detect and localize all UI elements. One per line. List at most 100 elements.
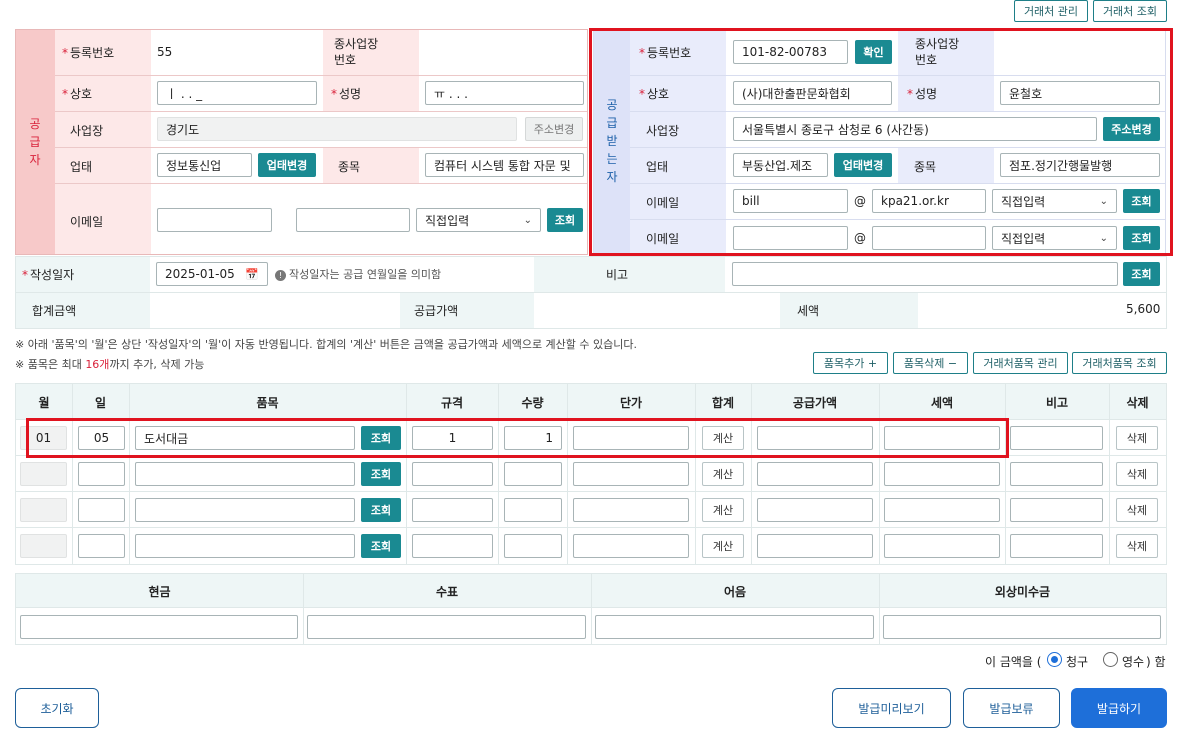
delete-item-button[interactable]: 품목삭제 − — [893, 352, 968, 374]
item-delete-button[interactable]: 삭제 — [1116, 426, 1158, 450]
tax-value: 5,600 — [1126, 302, 1161, 316]
date-value: 2025-01-05 — [165, 267, 235, 281]
item-delete-button[interactable]: 삭제 — [1116, 462, 1158, 486]
column-divider — [498, 384, 499, 564]
items-header-item: 품목 — [256, 396, 279, 410]
item-delete-button[interactable]: 삭제 — [1116, 534, 1158, 558]
item-spec-input[interactable] — [412, 498, 493, 522]
remark-label: 비고 — [606, 268, 629, 282]
payment-header-cash: 현금 — [148, 585, 171, 599]
column-divider — [72, 384, 73, 564]
preview-button[interactable]: 발급미리보기 — [832, 688, 951, 728]
date-input[interactable]: 2025-01-05 📅 — [156, 262, 268, 286]
item-price-input[interactable] — [573, 534, 689, 558]
payment-check-input[interactable] — [307, 615, 586, 639]
item-search-button[interactable]: 조회 — [361, 498, 401, 522]
claim-radio[interactable] — [1047, 652, 1062, 667]
item-remark-input[interactable] — [1010, 534, 1103, 558]
item-remark-input[interactable] — [1010, 426, 1103, 450]
items-header-day: 일 — [94, 396, 107, 410]
partner-search-button[interactable]: 거래처 조회 — [1093, 0, 1167, 22]
payment-header-receivable: 외상미수금 — [994, 585, 1051, 599]
items-header-remark: 비고 — [1045, 396, 1069, 410]
item-supply-input[interactable] — [757, 534, 873, 558]
item-day-input[interactable] — [78, 498, 125, 522]
item-remark-input[interactable] — [1010, 462, 1103, 486]
partner-manage-button[interactable]: 거래처 관리 — [1014, 0, 1088, 22]
remark-input[interactable] — [732, 262, 1118, 286]
item-day-input[interactable] — [78, 534, 125, 558]
hold-button[interactable]: 발급보류 — [963, 688, 1060, 728]
receipt-radio[interactable] — [1103, 652, 1118, 667]
payment-receivable-input[interactable] — [883, 615, 1161, 639]
supplier-email-domain-input[interactable] — [296, 208, 410, 232]
supplier-email-label: 이메일 — [70, 215, 104, 229]
supplier-address-input[interactable]: 경기도 — [157, 117, 517, 141]
item-remark-input[interactable] — [1010, 498, 1103, 522]
item-name-input[interactable] — [135, 498, 355, 522]
item-search-button[interactable]: 조회 — [361, 534, 401, 558]
supplier-email-user-input[interactable] — [157, 208, 272, 232]
payment-cash-input[interactable] — [20, 615, 298, 639]
meta-remark-label-cell — [534, 257, 725, 292]
item-price-input[interactable] — [573, 498, 689, 522]
info-icon: ! — [275, 270, 286, 281]
item-supply-input[interactable] — [757, 462, 873, 486]
item-month-input[interactable] — [20, 534, 67, 558]
date-hint: ! 작성일자는 공급 연월일을 의미함 — [275, 266, 441, 282]
supplier-address-change-button[interactable]: 주소변경 — [525, 117, 583, 141]
supplier-company-input[interactable]: ㅣ . . _ — [157, 81, 317, 105]
item-day-input[interactable] — [78, 462, 125, 486]
item-name-input[interactable] — [135, 462, 355, 486]
payment-header-check: 수표 — [435, 585, 459, 599]
remark-search-button[interactable]: 조회 — [1123, 262, 1160, 286]
items-header-qty: 수량 — [521, 396, 544, 410]
items-header-tax: 세액 — [930, 396, 954, 410]
item-search-button[interactable]: 조회 — [361, 462, 401, 486]
reset-button[interactable]: 초기화 — [15, 688, 99, 728]
supplier-email-select[interactable]: 직접입력 ⌄ — [416, 208, 541, 232]
partner-item-search-button[interactable]: 거래처품목 조회 — [1072, 352, 1167, 374]
item-calc-button[interactable]: 계산 — [702, 498, 744, 522]
supplier-email-search-button[interactable]: 조회 — [547, 208, 583, 232]
item-qty-input[interactable] — [504, 498, 562, 522]
item-qty-input[interactable] — [504, 462, 562, 486]
row-divider — [55, 147, 587, 148]
item-calc-button[interactable]: 계산 — [702, 462, 744, 486]
items-header-spec: 규격 — [440, 396, 464, 410]
item-tax-input[interactable] — [884, 462, 1000, 486]
item-tax-input[interactable] — [884, 534, 1000, 558]
supplier-name-input[interactable]: ㅠ . . . — [425, 81, 584, 105]
calendar-icon[interactable]: 📅 — [245, 268, 259, 281]
item-name-input[interactable] — [135, 534, 355, 558]
claim-suffix: ) 함 — [1146, 655, 1166, 669]
items-header-total: 합계 — [711, 396, 735, 410]
supplier-biz-type-label: 업태 — [70, 160, 93, 174]
item-delete-button[interactable]: 삭제 — [1116, 498, 1158, 522]
item-calc-button[interactable]: 계산 — [702, 534, 744, 558]
supplier-branch-no-label: 종사업장 번호 — [334, 37, 379, 67]
item-month-input[interactable] — [20, 462, 67, 486]
supplier-email-select-value: 직접입력 — [425, 213, 470, 228]
supplier-company-label: * 상호 — [62, 87, 93, 101]
column-divider — [1109, 384, 1110, 564]
item-supply-input[interactable] — [757, 498, 873, 522]
supplier-biz-type-change-button[interactable]: 업태변경 — [258, 153, 316, 177]
add-item-button[interactable]: 품목추가 + — [813, 352, 888, 374]
item-month-input[interactable] — [20, 498, 67, 522]
row-divider — [16, 292, 1166, 293]
item-qty-input[interactable] — [504, 534, 562, 558]
item-spec-input[interactable] — [412, 462, 493, 486]
supplier-biz-type-input[interactable]: 정보통신업 — [157, 153, 252, 177]
item-price-input[interactable] — [573, 462, 689, 486]
items-header-delete: 삭제 — [1126, 396, 1149, 410]
item-spec-input[interactable] — [412, 534, 493, 558]
supplier-biz-item-input[interactable]: 컴퓨터 시스템 통합 자문 및 — [425, 153, 584, 177]
partner-item-manage-button[interactable]: 거래처품목 관리 — [973, 352, 1068, 374]
payment-bill-input[interactable] — [595, 615, 874, 639]
supplier-biz-item-label: 종목 — [338, 160, 361, 174]
row-divider — [55, 183, 587, 184]
issue-button[interactable]: 발급하기 — [1071, 688, 1167, 728]
item-tax-input[interactable] — [884, 498, 1000, 522]
items-header-supply: 공급가액 — [792, 396, 838, 410]
